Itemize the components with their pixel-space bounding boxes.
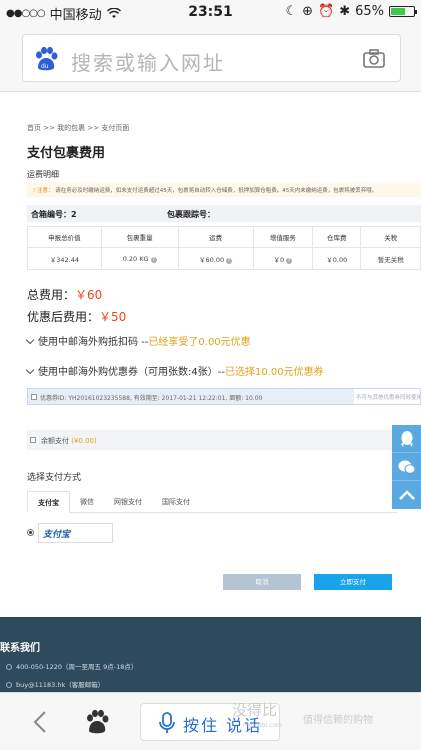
coupon-code-status: 已经享受了0.00元优惠 [148, 337, 251, 348]
total-label: 总费用： [27, 288, 76, 302]
alarm-icon: ⏰ [318, 4, 335, 19]
baidu-paw-icon: du [36, 46, 58, 71]
footer-email: buy@11183.hk（客服邮箱） [6, 679, 104, 689]
balance-value: (¥0.00) [71, 437, 97, 445]
svg-text:du: du [41, 63, 49, 70]
coupon-code-line: 使用中邮海外购抵扣码 -- [38, 337, 149, 348]
status-bar: ●●○○○ 中国移动 23:51 ☾ ⊕ ⏰ ✱ 65% [0, 0, 421, 24]
footer-phone: 400-050-1220（周一至周五 9点-18点） [6, 661, 137, 671]
chat-icon[interactable] [392, 453, 421, 481]
back-to-top-icon[interactable] [392, 481, 421, 509]
cancel-button[interactable]: 取消 [223, 574, 301, 590]
discount-label: 优惠后费用： [27, 310, 100, 324]
balance-pay-row[interactable]: 余额支付 (¥0.00) [27, 430, 397, 450]
floating-toolbar [392, 425, 421, 509]
weight-value: 0.20 KG [122, 254, 149, 263]
value-added-value: ￥0 [273, 255, 285, 264]
notice-bar: ! 注意： 请在务必及时缴纳运费，如未支付运费超过45天，包裹将自动转入仓储费，… [27, 183, 421, 197]
table-row: ￥342.44 0.20 KG? ￥60.00? ￥0? ￥0.00 暂无关税 [27, 247, 421, 270]
order-number: 合箱编号：2 [31, 210, 77, 219]
cell-declared-value: ￥342.44 [27, 247, 102, 270]
help-icon[interactable]: ? [150, 256, 157, 263]
help-icon[interactable]: ? [286, 257, 293, 264]
pay-method-title: 选择支付方式 [27, 473, 82, 483]
help-icon[interactable]: ? [226, 257, 233, 264]
payment-page: 首页 >> 我的包裹 >> 支付页面 支付包裹费用 运费明细 ! 注意： 请在务… [0, 93, 421, 613]
col-value-added: 增值服务 [252, 226, 314, 248]
battery-icon [389, 6, 417, 17]
camera-icon[interactable] [362, 47, 386, 71]
coupon-item[interactable]: 优惠券ID: YH20161023235588, 有效期至: 2017-01-2… [27, 388, 421, 405]
tab-international[interactable]: 国际支付 [152, 491, 200, 513]
footer-heading: 联系我们 [0, 643, 40, 654]
notice-text: 请在务必及时缴纳运费，如未支付运费超过45天，包裹将自动转入仓储费，抵押加算仓租… [55, 188, 378, 194]
baidu-home-icon[interactable] [84, 709, 110, 735]
total-value: ￥60 [75, 288, 103, 302]
back-arrow-icon[interactable] [30, 709, 52, 735]
microphone-icon [159, 712, 175, 733]
email-text: buy@11183.hk（客服邮箱） [16, 681, 105, 689]
phone-icon [6, 664, 12, 670]
moon-icon: ☾ [285, 4, 298, 19]
notice-prefix: ! 注意： [33, 188, 54, 194]
coupon-toggle[interactable]: 使用中邮海外购优惠券（可用张数:4张）--已选择10.00元优惠券 [25, 363, 324, 378]
order-header: 合箱编号：2 包裹跟踪号： [27, 205, 421, 222]
col-weight: 包裹重量 [100, 226, 179, 248]
qq-icon[interactable] [392, 425, 421, 453]
col-declared-value: 申报总价值 [27, 226, 102, 248]
phone-text: 400-050-1220（周一至周五 9点-18点） [16, 663, 138, 671]
discount-value: ￥50 [99, 310, 127, 324]
coupon-status: 已选择10.00元优惠券 [224, 367, 324, 378]
fee-table: 申报总价值 包裹重量 运费 增值服务 仓库费 关税 ￥342.44 0.20 K… [27, 226, 421, 270]
alipay-logo[interactable]: 支付宝 [38, 523, 113, 543]
rotation-lock-icon: ⊕ [302, 4, 313, 19]
balance-label: 余额支付 [41, 437, 69, 445]
browser-bar: du 搜索或输入网址 [0, 24, 421, 92]
bluetooth-icon: ✱ [339, 4, 351, 19]
coupon-code-toggle[interactable]: 使用中邮海外购抵扣码 --已经享受了0.00元优惠 [25, 333, 251, 348]
coupon-detail: 优惠券ID: YH20161023235588, 有效期至: 2017-01-2… [40, 395, 263, 402]
tab-netbank[interactable]: 网银支付 [104, 491, 152, 513]
chevron-down-icon [25, 365, 35, 375]
col-tax: 关税 [360, 226, 421, 248]
address-search-box[interactable]: du 搜索或输入网址 [22, 34, 401, 82]
coupon-line: 使用中邮海外购优惠券（可用张数:4张）-- [38, 367, 225, 378]
cell-value-added: ￥0? [252, 247, 314, 270]
tracking-number: 包裹跟踪号： [167, 210, 215, 219]
browser-bottom-bar: 按住 说话 没得比 值得信赖的购物 meidebi.com [0, 692, 421, 750]
battery-percent: 65% [355, 4, 384, 19]
watermark-logo: 没得比 [232, 701, 278, 719]
col-shipping: 运费 [177, 226, 254, 248]
site-footer: 联系我们 400-050-1220（周一至周五 9点-18点） buy@1118… [0, 617, 421, 692]
cell-shipping: ￥60.00? [177, 247, 254, 270]
cell-weight: 0.20 KG? [100, 247, 179, 270]
cell-tax: 暂无关税 [360, 247, 421, 270]
section-label: 运费明细 [27, 170, 59, 179]
col-storage: 仓库费 [312, 226, 362, 248]
breadcrumb[interactable]: 首页 >> 我的包裹 >> 支付页面 [27, 123, 129, 133]
balance-checkbox[interactable] [30, 437, 36, 443]
watermark-tagline: 值得信赖的购物 [303, 715, 373, 726]
tab-alipay[interactable]: 支付宝 [27, 491, 70, 513]
coupon-checkbox[interactable] [31, 394, 37, 400]
shipping-value: ￥60.00 [199, 255, 225, 264]
chevron-down-icon [25, 335, 35, 345]
table-header-row: 申报总价值 包裹重量 运费 增值服务 仓库费 关税 [27, 226, 421, 248]
alipay-radio[interactable] [27, 529, 34, 536]
coupon-right-note: 不可与其他优惠券同时使用 [354, 389, 420, 404]
pay-now-button[interactable]: 立即支付 [314, 574, 392, 590]
watermark-url: meidebi.com [243, 722, 282, 729]
tab-wechat[interactable]: 微信 [70, 491, 104, 513]
search-placeholder: 搜索或输入网址 [71, 51, 225, 75]
pay-method-tabs: 支付宝 微信 网银支付 国际支付 [27, 491, 397, 513]
page-title: 支付包裹费用 [27, 146, 106, 161]
total-fee: 总费用：￥60 [27, 286, 102, 303]
mail-icon [6, 682, 12, 688]
cell-storage: ￥0.00 [312, 247, 362, 270]
discounted-fee: 优惠后费用：￥50 [27, 308, 126, 325]
